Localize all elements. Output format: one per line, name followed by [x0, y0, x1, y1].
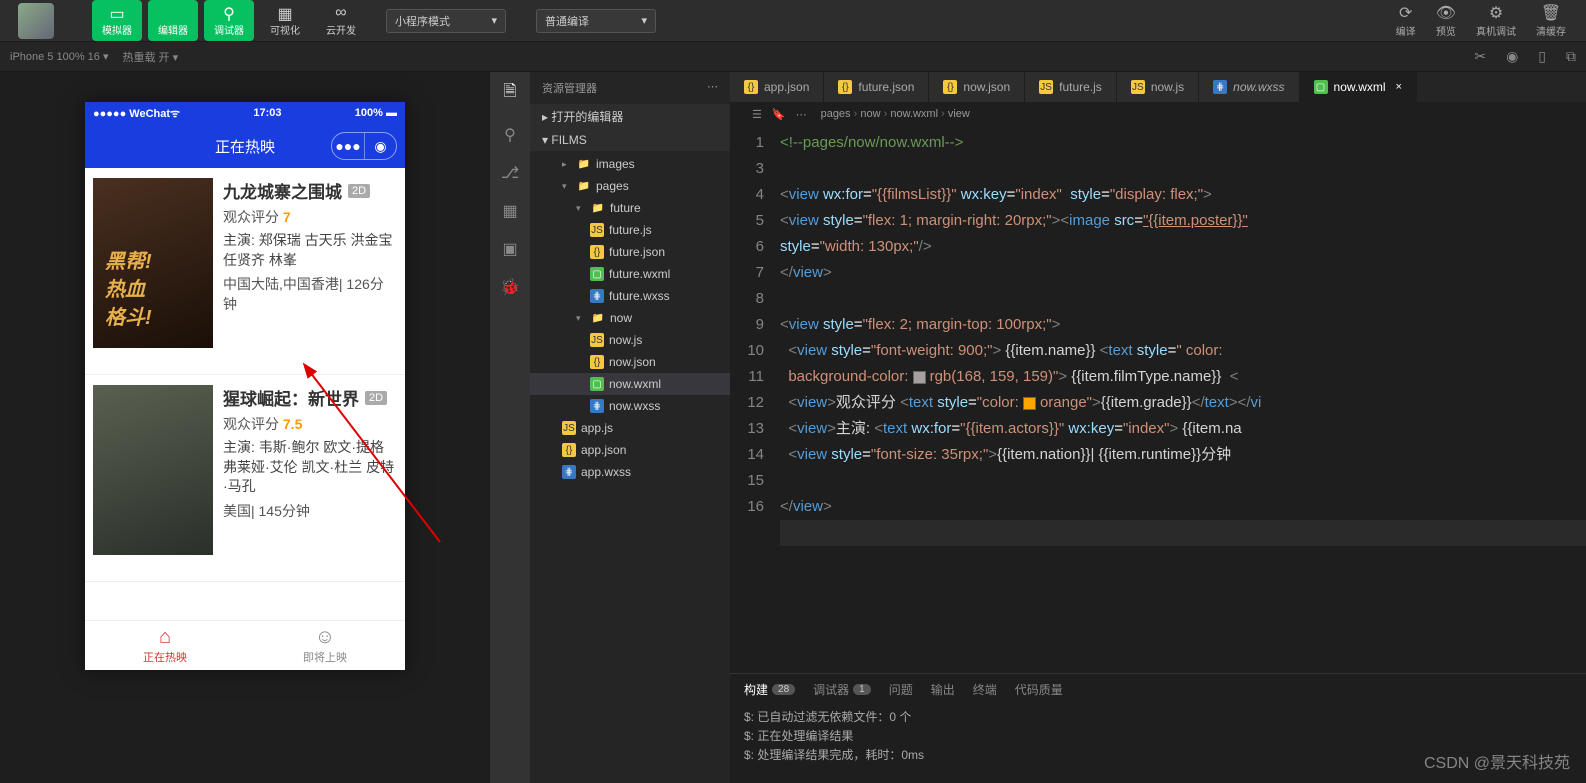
code-editor[interactable]: 1345678910111213141516 <!--pages/now/now… — [730, 126, 1586, 673]
tabbar-正在热映[interactable]: ⌂正在热映 — [85, 621, 245, 670]
status-time: 17:03 — [253, 107, 281, 119]
simulator-panel: ●●●●● WeChatᯤ 17:03 100% ▬ 正在热映 ●●● ◉ 九龙… — [0, 72, 490, 783]
film-actors: 主演: 韦斯·鲍尔 欧文·提格 弗莱娅·艾伦 凯文·杜兰 皮特·马孔 — [223, 438, 397, 497]
wifi-icon: ᯤ — [170, 108, 180, 120]
editor-tab-future.json[interactable]: {}future.json — [824, 72, 929, 102]
record-icon[interactable]: ◉ — [1506, 48, 1518, 65]
film-meta: 中国大陆,中国香港| 126分钟 — [223, 274, 397, 314]
capsule-close[interactable]: ◉ — [364, 133, 396, 159]
breadcrumb[interactable]: ☰ 🔖 ⋯ pages › now › now.wxml › view — [730, 102, 1586, 126]
explorer-panel: 资源管理器⋯ ▸ 打开的编辑器 ▾ FILMS ▸📁images▾📁pages▾… — [530, 72, 730, 783]
film-row[interactable]: 九龙城寨之围城2D 观众评分 7 主演: 郑保瑞 古天乐 洪金宝 任贤齐 林峯 … — [85, 168, 405, 375]
tree-future.wxss[interactable]: ⋕future.wxss — [530, 285, 730, 307]
top-toolbar: ▭模拟器编辑器⚲调试器▦可视化∞云开发 小程序模式▾ 普通编译▾ ⟳编译 👁预览 ⚙… — [0, 0, 1586, 42]
split-icon[interactable]: ⧉ — [1566, 48, 1576, 65]
files-icon[interactable]: 🗎 — [504, 80, 517, 107]
tree-future.json[interactable]: {}future.json — [530, 241, 730, 263]
more-icon[interactable]: ⋯ — [707, 80, 718, 96]
phone-tabbar: ⌂正在热映☺即将上映 — [85, 620, 405, 670]
editor-tab-now.js[interactable]: JSnow.js — [1117, 72, 1199, 102]
tool-云开发[interactable]: ∞云开发 — [316, 0, 366, 41]
tree-future.js[interactable]: JSfuture.js — [530, 219, 730, 241]
search-icon[interactable]: ⚲ — [504, 125, 516, 145]
tool-编辑器[interactable]: 编辑器 — [148, 0, 198, 41]
tool-调试器[interactable]: ⚲调试器 — [204, 0, 254, 41]
open-editors-section[interactable]: ▸ 打开的编辑器 — [530, 104, 730, 129]
action-编译[interactable]: ⟳编译 — [1396, 3, 1416, 38]
editor-tab-now.wxss[interactable]: ⋕now.wxss — [1199, 72, 1299, 102]
hot-reload[interactable]: 热重载 开 ▾ — [123, 49, 179, 65]
film-poster — [93, 178, 213, 348]
capsule-menu[interactable]: ●●● — [332, 133, 364, 159]
tree-app.wxss[interactable]: ⋕app.wxss — [530, 461, 730, 483]
panel-tab-输出[interactable]: 输出 — [931, 681, 955, 698]
capsule: ●●● ◉ — [331, 132, 397, 160]
tree-now[interactable]: ▾📁now — [530, 307, 730, 329]
tree-now.wxml[interactable]: ▢now.wxml — [530, 373, 730, 395]
tree-now.wxss[interactable]: ⋕now.wxss — [530, 395, 730, 417]
film-poster — [93, 385, 213, 555]
tree-pages[interactable]: ▾📁pages — [530, 175, 730, 197]
film-grade: 观众评分 7 — [223, 207, 397, 227]
cut-icon[interactable]: ✂ — [1474, 48, 1486, 65]
film-meta: 美国| 145分钟 — [223, 501, 397, 521]
activity-bar: 🗎 ⚲ ⎇ ▦ ▣ 🐞 — [490, 72, 530, 783]
editor-tab-future.js[interactable]: JSfuture.js — [1025, 72, 1117, 102]
tree-future[interactable]: ▾📁future — [530, 197, 730, 219]
action-清缓存[interactable]: 🗑清缓存 — [1536, 3, 1566, 38]
phone-frame: ●●●●● WeChatᯤ 17:03 100% ▬ 正在热映 ●●● ◉ 九龙… — [85, 102, 405, 670]
tree-now.js[interactable]: JSnow.js — [530, 329, 730, 351]
tree-app.js[interactable]: JSapp.js — [530, 417, 730, 439]
avatar[interactable] — [18, 3, 54, 39]
branch-icon[interactable]: ⎇ — [501, 163, 519, 183]
panel-tab-问题[interactable]: 问题 — [889, 681, 913, 698]
tree-images[interactable]: ▸📁images — [530, 153, 730, 175]
action-真机调试[interactable]: ⚙真机调试 — [1476, 3, 1516, 38]
panel-tab-构建[interactable]: 构建 28 — [744, 681, 795, 698]
compile-dropdown[interactable]: 普通编译▾ — [536, 9, 656, 33]
editor-tab-now.wxml[interactable]: ▢now.wxml× — [1300, 72, 1417, 102]
mode-dropdown[interactable]: 小程序模式▾ — [386, 9, 506, 33]
tool-可视化[interactable]: ▦可视化 — [260, 0, 310, 41]
watermark: CSDN @景天科技苑 — [1424, 749, 1570, 773]
project-root[interactable]: ▾ FILMS — [530, 129, 730, 151]
phone-body[interactable]: 九龙城寨之围城2D 观众评分 7 主演: 郑保瑞 古天乐 洪金宝 任贤齐 林峯 … — [85, 168, 405, 620]
second-bar: iPhone 5 100% 16 ▾ 热重载 开 ▾ ✂ ◉ ▯ ⧉ — [0, 42, 1586, 72]
tool-模拟器[interactable]: ▭模拟器 — [92, 0, 142, 41]
tree-future.wxml[interactable]: ▢future.wxml — [530, 263, 730, 285]
phone-icon[interactable]: ▯ — [1538, 48, 1546, 65]
bookmark-icon[interactable]: 🔖 — [772, 108, 786, 121]
editor-tabs: {}app.json{}future.json{}now.jsonJSfutur… — [730, 72, 1586, 102]
list-icon[interactable]: ☰ — [752, 108, 762, 121]
film-title: 九龙城寨之围城2D — [223, 178, 397, 203]
film-grade: 观众评分 7.5 — [223, 414, 397, 434]
explorer-header: 资源管理器⋯ — [530, 72, 730, 104]
film-row[interactable]: 猩球崛起：新世界2D 观众评分 7.5 主演: 韦斯·鲍尔 欧文·提格 弗莱娅·… — [85, 375, 405, 582]
grid-icon[interactable]: ▦ — [502, 201, 517, 221]
editor-area: {}app.json{}future.json{}now.jsonJSfutur… — [730, 72, 1586, 783]
phone-nav: 正在热映 ●●● ◉ — [85, 124, 405, 168]
extension-icon[interactable]: ▣ — [502, 239, 517, 259]
editor-tab-now.json[interactable]: {}now.json — [929, 72, 1025, 102]
bug-icon[interactable]: 🐞 — [500, 277, 520, 297]
device-selector[interactable]: iPhone 5 100% 16 ▾ — [10, 50, 109, 63]
tree-now.json[interactable]: {}now.json — [530, 351, 730, 373]
phone-status-bar: ●●●●● WeChatᯤ 17:03 100% ▬ — [85, 102, 405, 124]
film-actors: 主演: 郑保瑞 古天乐 洪金宝 任贤齐 林峯 — [223, 231, 397, 270]
page-title: 正在热映 — [215, 136, 275, 157]
panel-tab-代码质量[interactable]: 代码质量 — [1015, 681, 1063, 698]
film-title: 猩球崛起：新世界2D — [223, 385, 397, 410]
status-battery: 100% ▬ — [355, 107, 397, 119]
panel-tab-终端[interactable]: 终端 — [973, 681, 997, 698]
tabbar-即将上映[interactable]: ☺即将上映 — [245, 621, 405, 670]
tree-app.json[interactable]: {}app.json — [530, 439, 730, 461]
editor-tab-app.json[interactable]: {}app.json — [730, 72, 824, 102]
action-预览[interactable]: 👁预览 — [1436, 3, 1456, 38]
panel-tab-调试器[interactable]: 调试器 1 — [813, 681, 871, 698]
